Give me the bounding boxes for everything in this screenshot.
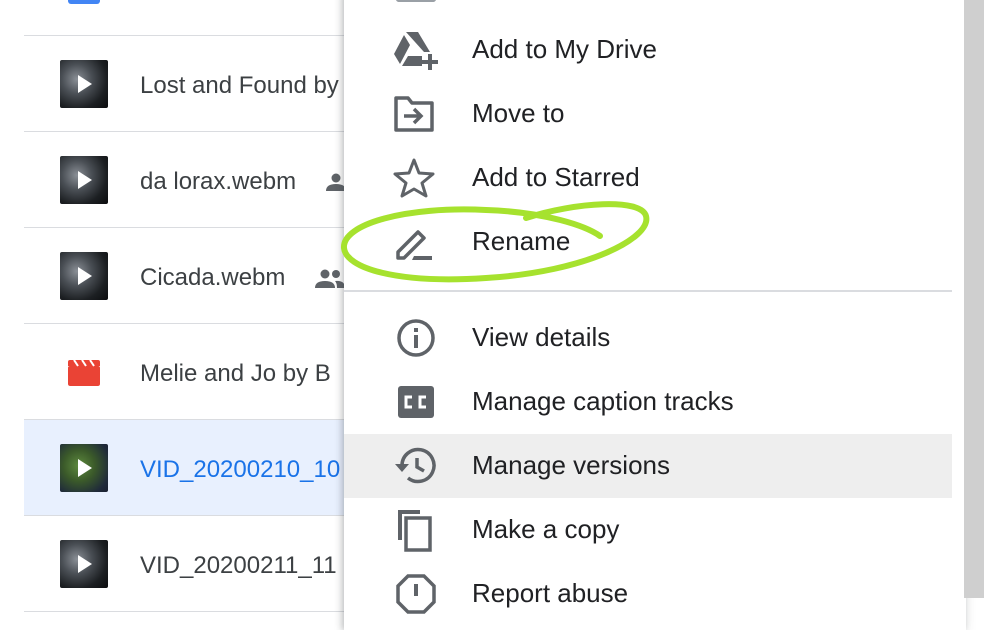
file-thumbnail-partial [68,0,100,4]
file-row-selected[interactable]: VID_20200210_10 [24,420,364,516]
menu-item-manage-caption-tracks[interactable]: Manage caption tracks [344,370,952,434]
menu-item-view-details[interactable]: View details [344,306,952,370]
play-icon [78,171,92,189]
file-row[interactable]: Cicada.webm [24,228,364,324]
star-icon [393,158,435,198]
play-icon [78,459,92,477]
scrollbar[interactable] [964,0,984,598]
menu-label: Make a copy [472,514,620,544]
menu-label: View details [472,322,611,352]
file-row[interactable]: da lorax.webm [24,132,364,228]
pencil-icon [396,230,432,260]
file-row[interactable]: Melie and Jo by B [24,324,364,420]
menu-item-make-a-copy[interactable]: Make a copy [344,498,952,562]
context-menu: Add to My Drive Move to Add to Starred R… [344,0,966,630]
menu-item-report-abuse[interactable]: Report abuse [344,562,952,626]
file-name: VID_20200211_11 [140,552,337,579]
shared-people-icon [315,269,345,288]
menu-label: Add to My Drive [472,34,657,64]
info-icon [397,319,435,357]
menu-label: Move to [472,98,565,128]
report-icon [396,574,436,614]
video-thumbnail-icon [60,252,108,300]
file-name: da lorax.webm [140,168,297,195]
menu-item-add-to-starred[interactable]: Add to Starred [344,146,952,210]
partial-menu-icon [396,0,436,2]
video-thumbnail-icon [60,60,108,108]
folder-move-icon [394,96,434,132]
file-name: Lost and Found by [140,72,339,99]
menu-item-manage-versions[interactable]: Manage versions [344,434,952,498]
video-thumbnail-icon [60,540,108,588]
video-file-icon [68,360,100,386]
menu-item-rename[interactable]: Rename [344,210,952,274]
file-row[interactable] [24,0,364,36]
video-thumbnail-icon [60,156,108,204]
menu-divider [344,290,952,292]
menu-label: Rename [472,226,571,256]
video-thumbnail-icon [60,444,108,492]
copy-icon [398,510,432,552]
file-name: Melie and Jo by B [140,360,331,387]
menu-item-add-to-my-drive[interactable]: Add to My Drive [344,18,952,82]
menu-label: Add to Starred [472,162,640,192]
file-name: Cicada.webm [140,264,286,291]
play-icon [78,555,92,573]
play-icon [78,267,92,285]
menu-label: Report abuse [472,578,629,608]
file-list: Lost and Found by da lorax.webm Cicada.w… [24,0,364,612]
file-name: VID_20200210_10 [140,456,341,483]
menu-item-move-to[interactable]: Move to [344,82,952,146]
file-row[interactable]: Lost and Found by [24,36,364,132]
scrollbar-gutter [952,0,964,598]
drive-add-icon [394,32,438,70]
menu-label: Manage caption tracks [472,386,734,416]
play-icon [78,75,92,93]
cc-icon [398,386,434,418]
history-icon [395,447,436,484]
menu-label: Manage versions [472,450,670,480]
